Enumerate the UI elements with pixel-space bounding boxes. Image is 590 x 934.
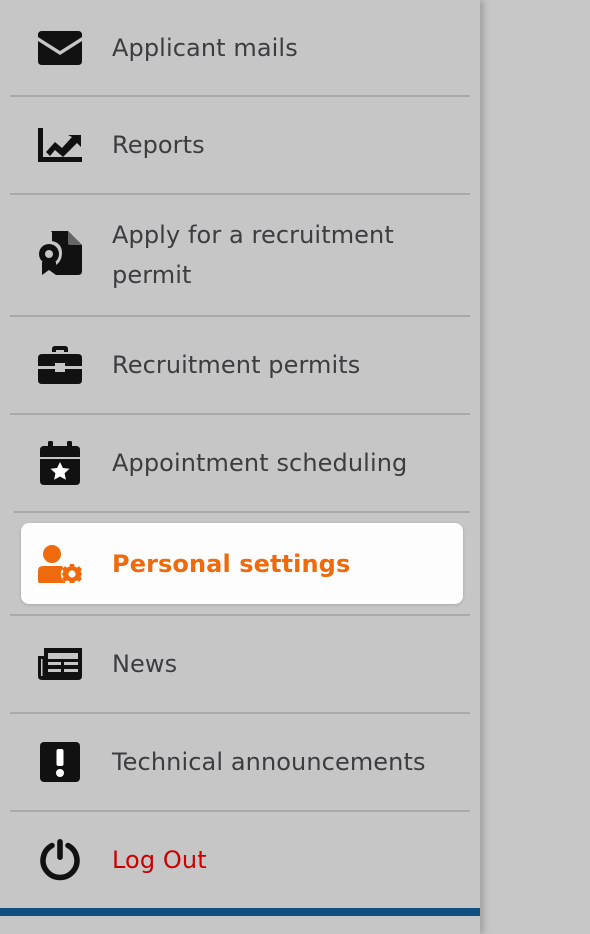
menu-item-label: Appointment scheduling [112,449,408,477]
divider [14,511,470,513]
divider [10,95,470,97]
menu-item-personal-settings[interactable]: Personal settings [10,523,470,604]
menu-item-technical-announcements[interactable]: Technical announcements [10,722,470,802]
user-gear-icon [38,542,82,586]
menu-item-label: Personal settings [112,549,351,578]
menu-item-recruitment-permits[interactable]: Recruitment permits [10,325,470,405]
menu-item-reports[interactable]: Reports [10,105,470,185]
file-certificate-icon [38,231,82,275]
divider [10,712,470,714]
newspaper-icon [38,642,82,686]
menu-item-label: Applicant mails [112,34,298,62]
divider [10,193,470,195]
menu-item-news[interactable]: News [10,624,470,704]
menu-item-label: Technical announcements [112,748,426,776]
menu-item-applicant-mails[interactable]: Applicant mails [10,8,470,88]
menu-item-label: Apply for a recruitment permit [112,221,394,289]
envelope-icon [38,26,82,70]
divider [10,315,470,317]
menu-item-appointment-scheduling[interactable]: Appointment scheduling [10,423,470,503]
power-icon [38,838,82,882]
menu-item-apply-recruitment-permit[interactable]: Apply for a recruitment permit [10,213,470,297]
exclamation-square-icon [38,740,82,784]
menu-item-label: Recruitment permits [112,351,361,379]
divider [10,413,470,415]
menu-item-label: Reports [112,131,205,159]
briefcase-icon [38,343,82,387]
divider [10,810,470,812]
menu-item-log-out[interactable]: Log Out [10,820,470,900]
divider [10,614,470,616]
calendar-star-icon [38,441,82,485]
menu-item-label: News [112,650,178,678]
chart-line-icon [38,123,82,167]
bottom-accent-bar [0,908,480,916]
menu-item-label: Log Out [112,846,207,874]
navigation-menu: Applicant mails Reports Apply for a recr… [0,0,480,934]
